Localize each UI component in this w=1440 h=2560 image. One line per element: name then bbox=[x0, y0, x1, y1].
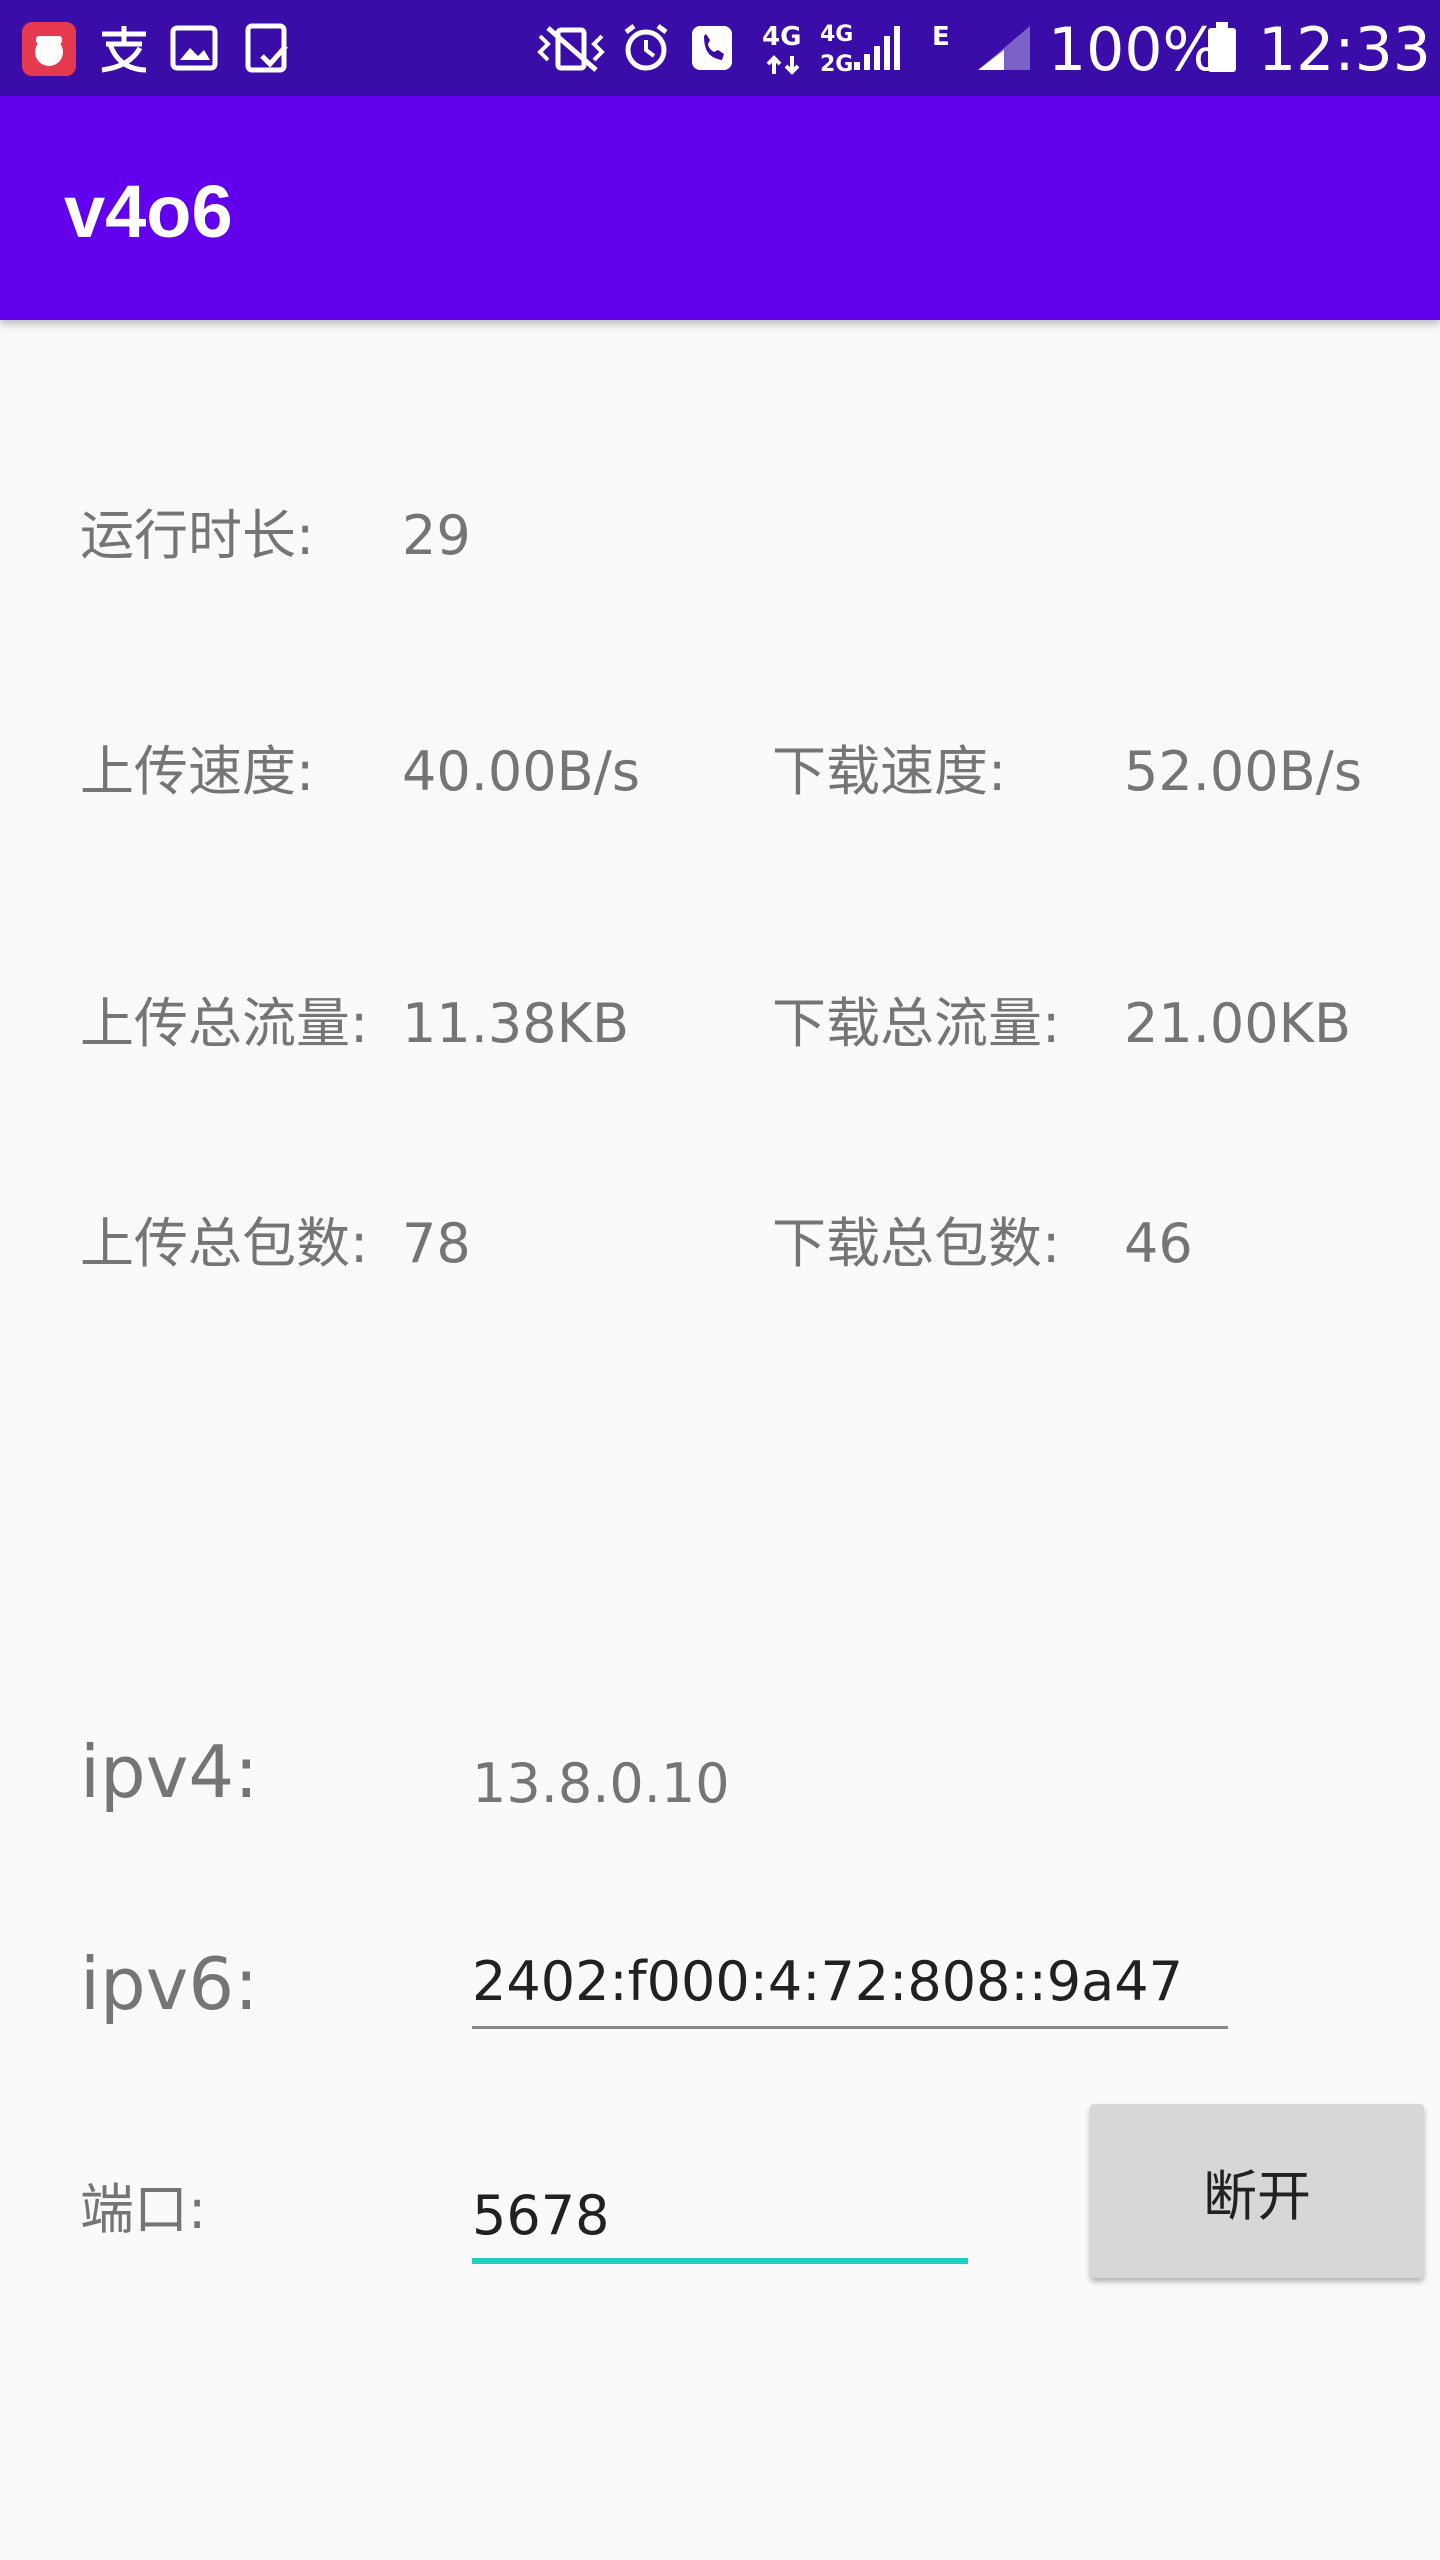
upload-total-packets-label: 上传总包数: bbox=[80, 1212, 369, 1275]
upload-speed-value: 40.00B/s bbox=[402, 740, 640, 803]
disconnect-button[interactable]: 断开 bbox=[1090, 2104, 1424, 2278]
upload-total-traffic-value: 11.38KB bbox=[402, 992, 630, 1055]
cell-signal-icon bbox=[974, 22, 1034, 74]
run-time-value: 29 bbox=[402, 504, 471, 567]
upload-total-packets-value: 78 bbox=[402, 1212, 471, 1275]
port-input[interactable] bbox=[472, 2184, 968, 2248]
ipv6-input-underline bbox=[472, 2026, 1228, 2029]
network-e-label: E bbox=[932, 22, 950, 52]
network-4g2g-top-label: 4G bbox=[820, 22, 854, 47]
call-icon bbox=[688, 22, 736, 74]
download-speed-label: 下载速度: bbox=[772, 740, 1007, 803]
app-bar: v4o6 bbox=[0, 96, 1440, 320]
download-total-packets-value: 46 bbox=[1124, 1212, 1193, 1275]
vibrate-mute-icon bbox=[534, 22, 608, 74]
ipv4-value: 13.8.0.10 bbox=[472, 1752, 730, 1815]
ipv4-label: ipv4: bbox=[80, 1730, 259, 1814]
download-total-traffic-label: 下载总流量: bbox=[772, 992, 1061, 1055]
ipv6-label: ipv6: bbox=[80, 1942, 259, 2026]
clock-time: 12:33 bbox=[1258, 15, 1431, 85]
app-screen: 4G 4G 2G E 100% 12:33 v4o6 运行时长: 29 上传速度… bbox=[0, 0, 1440, 2560]
status-bar: 4G 4G 2G E 100% 12:33 bbox=[0, 0, 1440, 96]
alipay-icon bbox=[96, 22, 152, 74]
port-input-underline bbox=[472, 2258, 968, 2264]
network-4g2g-bottom-label: 2G bbox=[820, 52, 854, 77]
dual-signal-icon bbox=[850, 22, 902, 74]
task-check-icon bbox=[244, 22, 292, 74]
download-total-packets-label: 下载总包数: bbox=[772, 1212, 1061, 1275]
battery-percent: 100% bbox=[1048, 15, 1220, 85]
run-time-label: 运行时长: bbox=[80, 504, 315, 567]
battery-icon bbox=[1206, 22, 1238, 74]
port-label: 端口: bbox=[80, 2178, 207, 2241]
upload-speed-label: 上传速度: bbox=[80, 740, 315, 803]
gallery-icon bbox=[170, 22, 218, 74]
app-title: v4o6 bbox=[64, 170, 233, 253]
download-speed-value: 52.00B/s bbox=[1124, 740, 1362, 803]
network-4g-label: 4G bbox=[762, 22, 802, 52]
download-total-traffic-value: 21.00KB bbox=[1124, 992, 1352, 1055]
ipv6-input[interactable] bbox=[472, 1950, 1228, 2014]
upload-total-traffic-label: 上传总流量: bbox=[80, 992, 369, 1055]
data-arrows-icon bbox=[764, 54, 804, 76]
app-notification-icon bbox=[22, 22, 76, 76]
alarm-icon bbox=[620, 22, 672, 74]
